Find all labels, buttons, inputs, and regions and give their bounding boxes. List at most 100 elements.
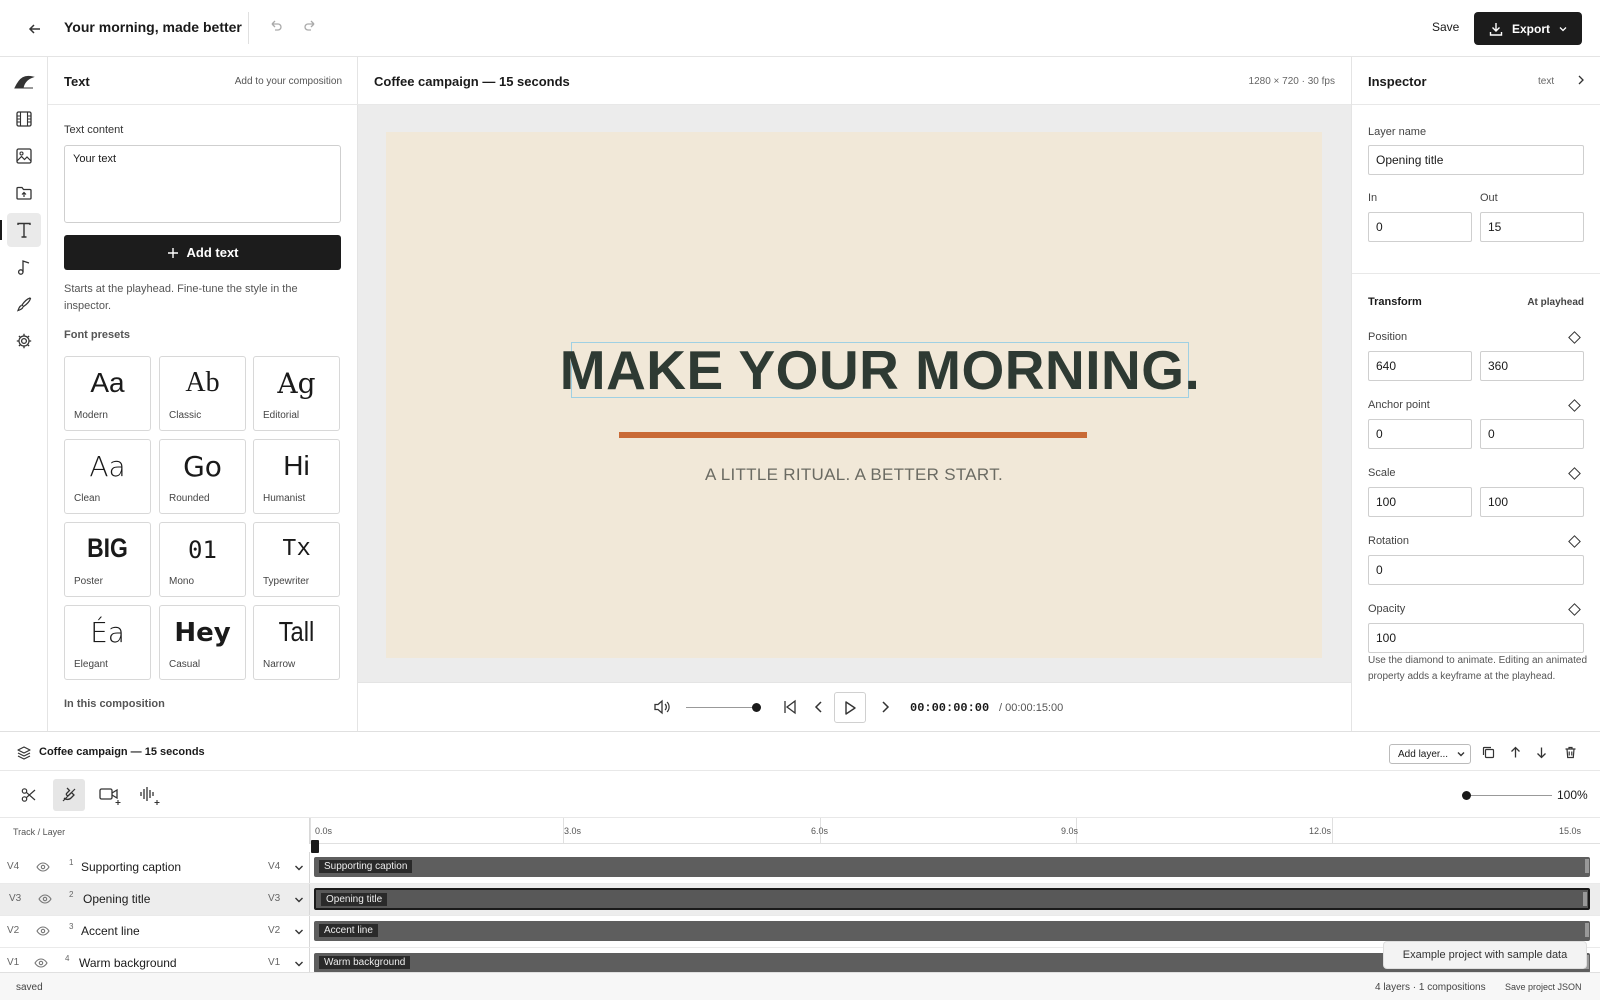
eye-icon[interactable] (36, 925, 50, 937)
anchor-y-input[interactable]: 0 (1480, 419, 1584, 449)
layer-name[interactable]: Supporting caption (81, 860, 181, 874)
image-icon[interactable] (7, 139, 41, 173)
preset-classic[interactable]: Ab Classic (159, 356, 246, 431)
out-input[interactable]: 15 (1480, 212, 1584, 242)
in-input[interactable]: 0 (1368, 212, 1472, 242)
audio-waveform-plus-icon (140, 787, 160, 805)
accent-line-layer[interactable] (619, 432, 1087, 438)
preset-elegant[interactable]: Éa Elegant (64, 605, 151, 680)
back-button[interactable] (22, 16, 48, 42)
eye-icon[interactable] (38, 893, 52, 905)
divider (248, 12, 249, 44)
volume-slider-handle[interactable] (751, 703, 761, 712)
chevron-down-icon[interactable] (294, 895, 304, 905)
keyframe-diamond-icon[interactable] (1568, 467, 1581, 480)
snap-tool[interactable] (53, 779, 85, 811)
preset-modern[interactable]: Aa Modern (64, 356, 151, 431)
clip-label: Warm background (319, 956, 411, 969)
caption-text-layer[interactable]: A LITTLE RITUAL. A BETTER START. (386, 465, 1322, 485)
video-frame[interactable]: MAKE YOUR MORNING. A LITTLE RITUAL. A BE… (386, 132, 1322, 658)
brush-icon[interactable] (7, 287, 41, 321)
preset-glyph: Ab (185, 367, 220, 398)
position-x-input[interactable]: 640 (1368, 351, 1472, 381)
text-icon[interactable] (7, 213, 41, 247)
chevron-down-icon[interactable] (294, 863, 304, 873)
export-button[interactable]: Export (1474, 12, 1582, 45)
time-ruler[interactable]: 0.0s 3.0s 6.0s 9.0s 12.0s 15.0s (310, 818, 1600, 844)
collapse-inspector-button[interactable] (1574, 73, 1588, 87)
save-project-json-link[interactable]: Save project JSON (1505, 982, 1582, 992)
music-icon[interactable] (7, 250, 41, 284)
trash-icon[interactable] (1563, 745, 1578, 760)
timeline-clip[interactable]: Supporting caption (314, 857, 1590, 877)
layer-name[interactable]: Warm background (79, 956, 177, 970)
keyframe-diamond-icon[interactable] (1568, 399, 1581, 412)
track-row[interactable]: V2 3 Accent line V2 Accent line (0, 916, 1600, 947)
eye-icon[interactable] (36, 861, 50, 873)
undo-button[interactable] (268, 18, 284, 34)
preset-typewriter[interactable]: Tx Typewriter (253, 522, 340, 597)
preset-editorial[interactable]: Ag Editorial (253, 356, 340, 431)
zoom-slider-track[interactable] (1466, 795, 1552, 796)
zoom-slider-handle[interactable] (1461, 791, 1471, 800)
preset-humanist[interactable]: Hi Humanist (253, 439, 340, 514)
preset-casual[interactable]: Hey Casual (159, 605, 246, 680)
preset-poster[interactable]: BIG Poster (64, 522, 151, 597)
track-row[interactable]: V4 1 Supporting caption V4 Supporting ca… (0, 852, 1600, 883)
layer-name-input[interactable]: Opening title (1368, 145, 1584, 175)
eye-icon[interactable] (34, 957, 48, 969)
volume-slider-track[interactable] (686, 707, 756, 708)
preset-rounded[interactable]: Go Rounded (159, 439, 246, 514)
keyframe-diamond-icon[interactable] (1568, 535, 1581, 548)
skip-to-start-button[interactable] (782, 699, 798, 715)
arrow-up-icon[interactable] (1508, 745, 1523, 760)
anchor-x-input[interactable]: 0 (1368, 419, 1472, 449)
track-select-value[interactable]: V2 (268, 925, 280, 936)
previous-frame-button[interactable] (812, 699, 826, 715)
clip-trim-handle[interactable] (1585, 859, 1589, 873)
volume-button[interactable] (652, 697, 672, 717)
preset-narrow[interactable]: Tall Narrow (253, 605, 340, 680)
gear-icon[interactable] (7, 324, 41, 358)
layer-name-label: Layer name (1368, 126, 1427, 138)
chevron-down-icon[interactable] (294, 927, 304, 937)
layer-index: 4 (65, 954, 70, 963)
scale-y-input[interactable]: 100 (1480, 487, 1584, 517)
add-text-button[interactable]: Add text (64, 235, 341, 270)
add-audio-track-button[interactable] (134, 779, 166, 811)
redo-button[interactable] (302, 18, 318, 34)
project-title[interactable]: Your morning, made better (64, 19, 242, 35)
film-icon[interactable] (7, 102, 41, 136)
rotation-input[interactable]: 0 (1368, 555, 1584, 585)
duplicate-icon[interactable] (1481, 745, 1496, 760)
headline-text-layer[interactable]: MAKE YOUR MORNING. (560, 339, 1200, 401)
preset-clean[interactable]: Aa Clean (64, 439, 151, 514)
add-layer-select[interactable]: Add layer... (1389, 744, 1471, 764)
timeline-clip-selected[interactable]: Opening title (314, 888, 1590, 910)
split-tool[interactable] (13, 779, 45, 811)
text-content-input[interactable]: Your text (64, 145, 341, 223)
opacity-input[interactable]: 100 (1368, 623, 1584, 653)
preset-mono[interactable]: 01 Mono (159, 522, 246, 597)
track-row[interactable]: V3 2 Opening title V3 Opening title (0, 884, 1600, 915)
scale-x-input[interactable]: 100 (1368, 487, 1472, 517)
logo-icon[interactable] (7, 65, 41, 99)
play-button[interactable] (834, 692, 866, 723)
upload-folder-icon[interactable] (7, 176, 41, 210)
track-select-value[interactable]: V1 (268, 957, 280, 968)
track-select-value[interactable]: V3 (268, 893, 280, 904)
add-video-track-button[interactable] (94, 779, 126, 811)
next-frame-button[interactable] (878, 699, 892, 715)
clip-trim-handle[interactable] (1585, 923, 1589, 937)
layer-name[interactable]: Opening title (83, 892, 150, 906)
keyframe-diamond-icon[interactable] (1568, 331, 1581, 344)
position-y-input[interactable]: 360 (1480, 351, 1584, 381)
layer-name[interactable]: Accent line (81, 924, 140, 938)
timeline-clip[interactable]: Accent line (314, 921, 1590, 941)
arrow-down-icon[interactable] (1534, 745, 1549, 760)
keyframe-diamond-icon[interactable] (1568, 603, 1581, 616)
save-button[interactable]: Save (1432, 20, 1459, 34)
clip-trim-handle[interactable] (1583, 892, 1587, 906)
chevron-down-icon[interactable] (294, 959, 304, 969)
track-select-value[interactable]: V4 (268, 861, 280, 872)
